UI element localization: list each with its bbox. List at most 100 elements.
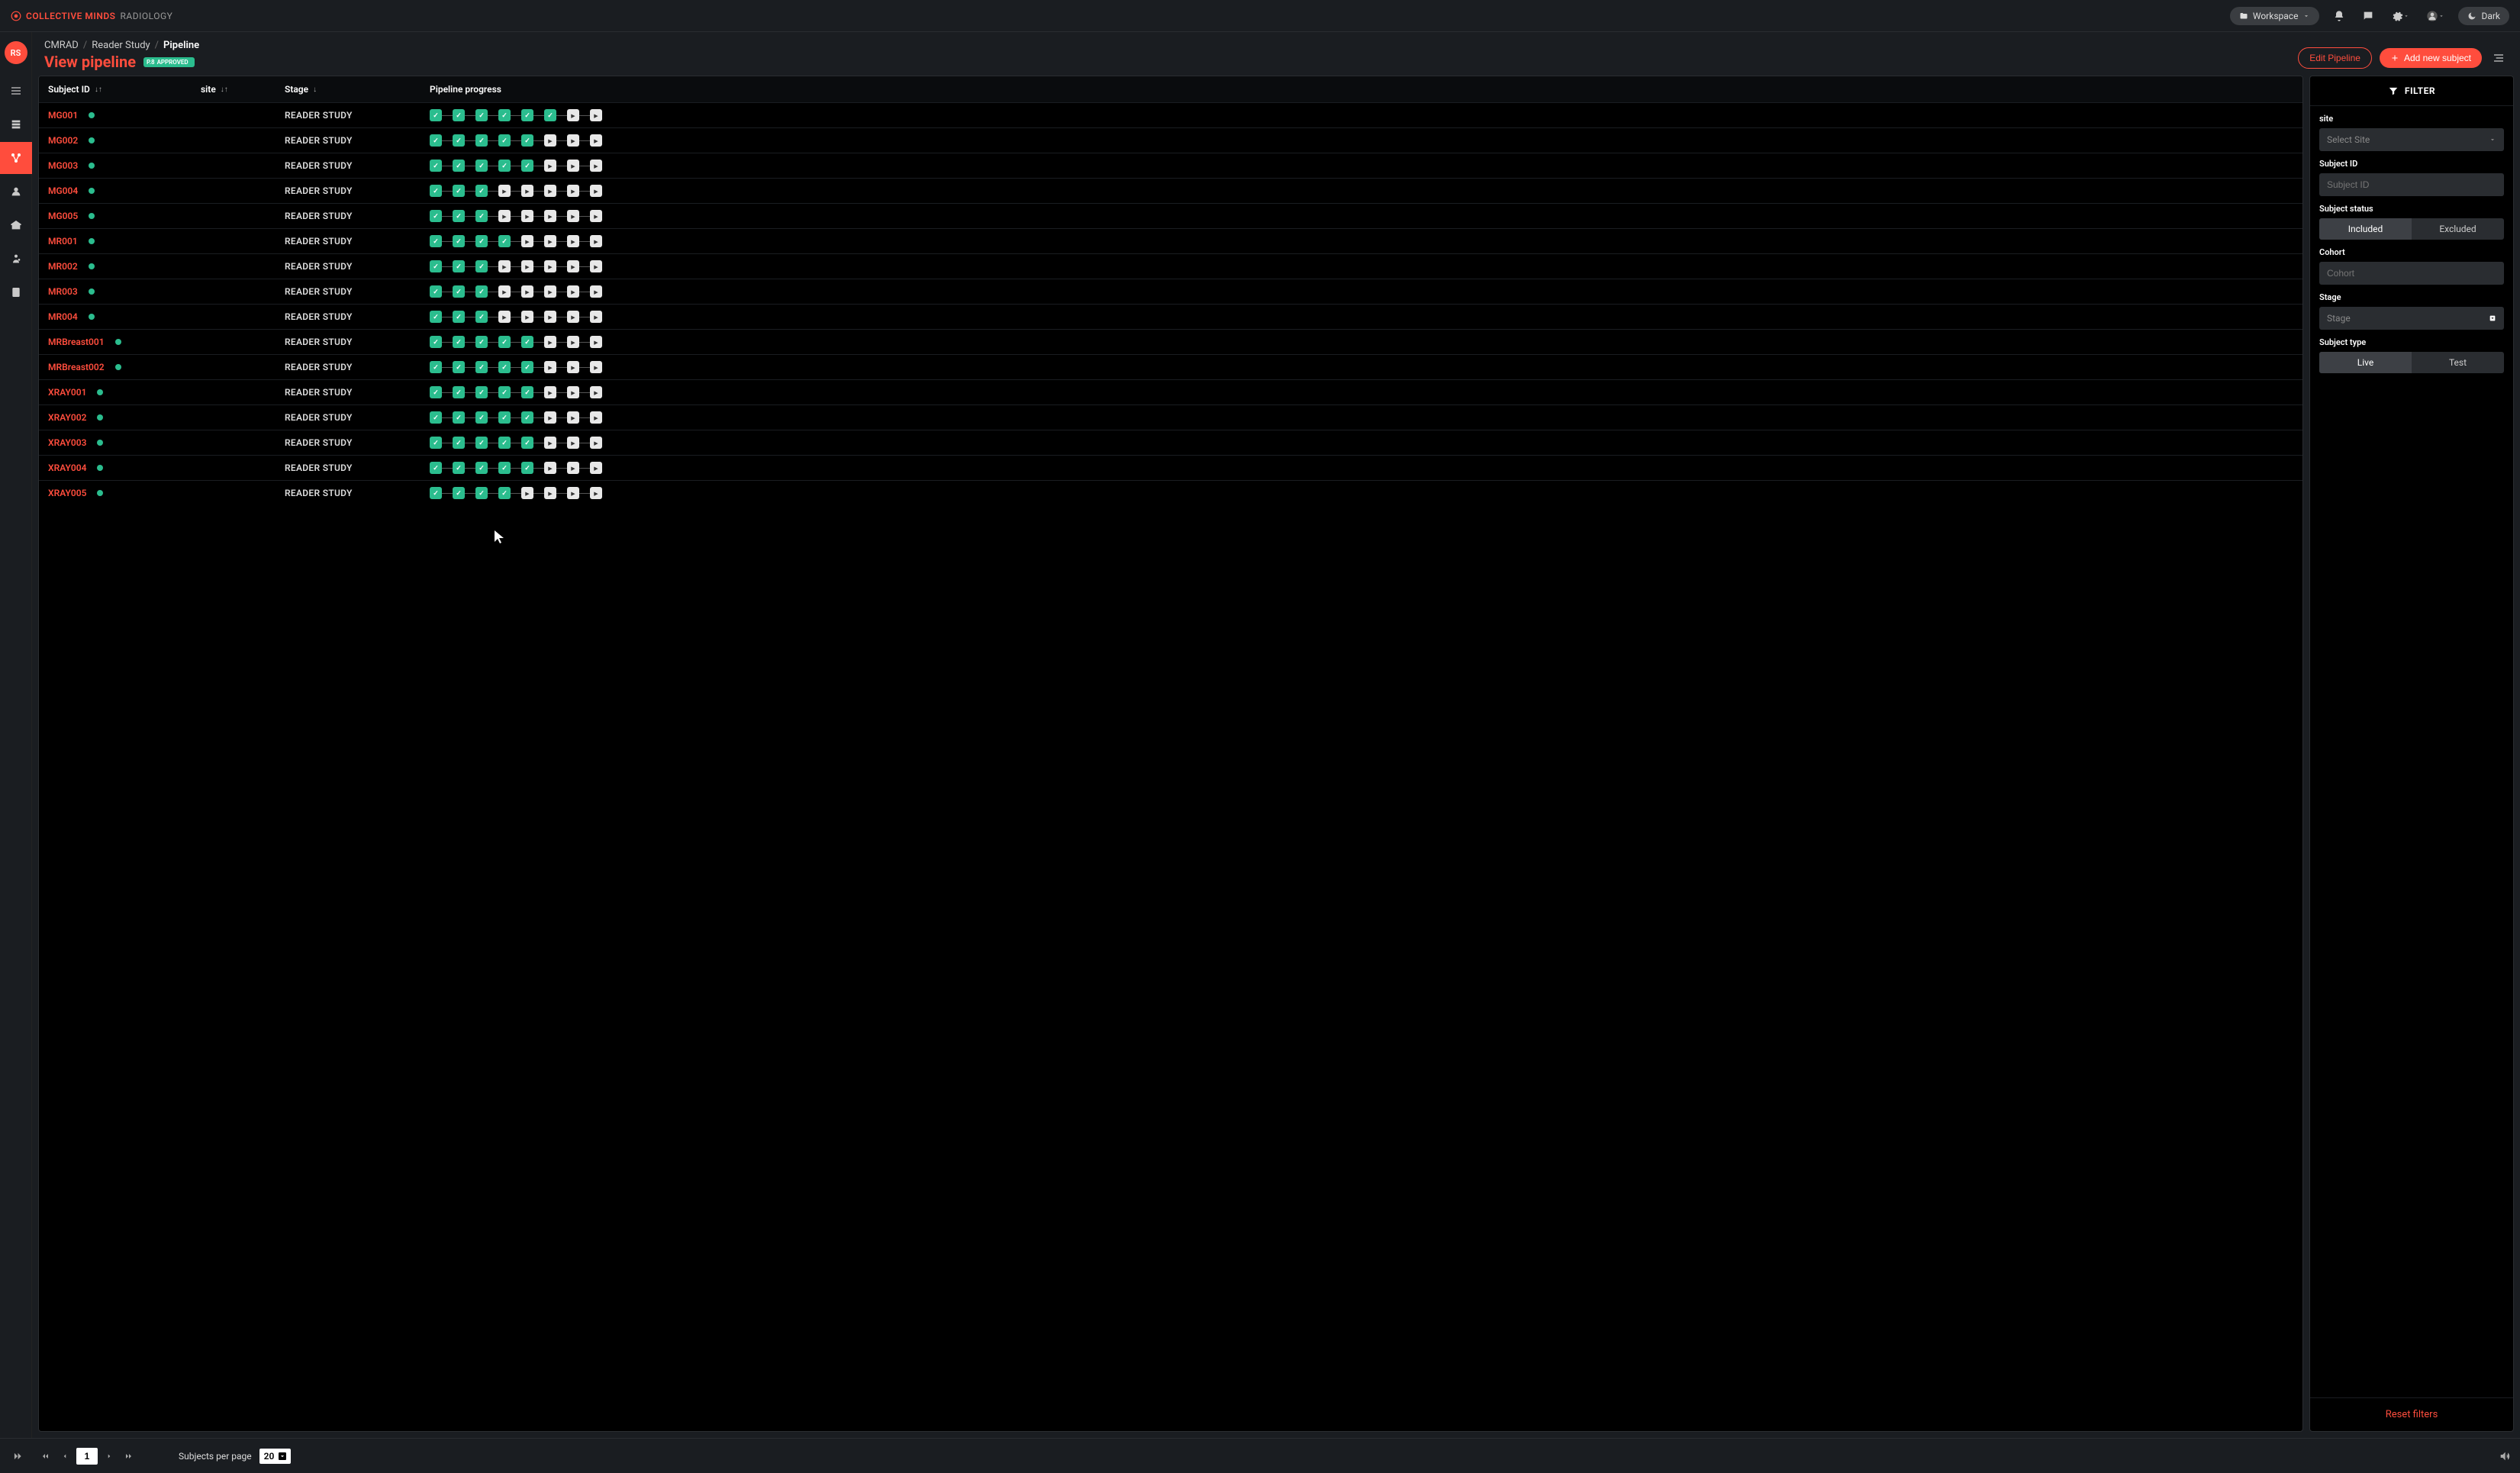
step-pending-icon[interactable] <box>590 109 602 121</box>
step-done-icon[interactable] <box>475 160 488 172</box>
step-done-icon[interactable] <box>430 361 442 373</box>
step-pending-icon[interactable] <box>567 285 579 298</box>
step-pending-icon[interactable] <box>567 235 579 247</box>
step-done-icon[interactable] <box>453 311 465 323</box>
step-pending-icon[interactable] <box>590 487 602 499</box>
step-done-icon[interactable] <box>475 487 488 499</box>
step-pending-icon[interactable] <box>590 437 602 449</box>
step-done-icon[interactable] <box>521 134 533 147</box>
step-pending-icon[interactable] <box>498 311 511 323</box>
filter-subjectid-input[interactable] <box>2319 173 2504 196</box>
step-done-icon[interactable] <box>475 437 488 449</box>
step-pending-icon[interactable] <box>521 260 533 272</box>
pager-first-icon[interactable] <box>38 1449 53 1464</box>
step-pending-icon[interactable] <box>498 185 511 197</box>
panel-toggle-icon[interactable] <box>2489 49 2508 67</box>
step-done-icon[interactable] <box>475 285 488 298</box>
chat-icon[interactable] <box>2359 7 2377 25</box>
step-pending-icon[interactable] <box>544 260 556 272</box>
step-pending-icon[interactable] <box>544 361 556 373</box>
volume-icon[interactable] <box>2499 1450 2511 1462</box>
step-pending-icon[interactable] <box>498 285 511 298</box>
subject-id-link[interactable]: MRBreast002 <box>48 362 105 372</box>
step-done-icon[interactable] <box>521 160 533 172</box>
step-done-icon[interactable] <box>498 336 511 348</box>
step-pending-icon[interactable] <box>590 311 602 323</box>
step-done-icon[interactable] <box>453 210 465 222</box>
step-done-icon[interactable] <box>453 462 465 474</box>
workspace-selector[interactable]: Workspace <box>2230 7 2320 25</box>
subject-id-link[interactable]: MG003 <box>48 160 78 171</box>
subject-id-link[interactable]: XRAY002 <box>48 412 86 423</box>
step-pending-icon[interactable] <box>590 336 602 348</box>
add-subject-button[interactable]: Add new subject <box>2380 48 2482 68</box>
subject-id-link[interactable]: MG005 <box>48 211 78 221</box>
step-pending-icon[interactable] <box>544 437 556 449</box>
step-done-icon[interactable] <box>498 462 511 474</box>
step-done-icon[interactable] <box>498 386 511 398</box>
step-done-icon[interactable] <box>498 109 511 121</box>
step-done-icon[interactable] <box>453 336 465 348</box>
subject-id-link[interactable]: XRAY001 <box>48 387 86 398</box>
step-pending-icon[interactable] <box>590 285 602 298</box>
seg-test[interactable]: Test <box>2412 352 2504 373</box>
rail-item-reports[interactable] <box>0 276 32 308</box>
filter-cohort-input[interactable] <box>2319 262 2504 285</box>
step-done-icon[interactable] <box>453 386 465 398</box>
step-done-icon[interactable] <box>498 134 511 147</box>
step-pending-icon[interactable] <box>567 134 579 147</box>
column-subject-id[interactable]: Subject ID ↓↑ <box>48 84 201 95</box>
step-pending-icon[interactable] <box>567 411 579 424</box>
step-done-icon[interactable] <box>453 185 465 197</box>
subject-id-link[interactable]: MR002 <box>48 261 78 272</box>
step-pending-icon[interactable] <box>590 411 602 424</box>
breadcrumb-root[interactable]: CMRAD <box>44 40 79 51</box>
column-stage[interactable]: Stage ↓ <box>285 84 430 95</box>
step-pending-icon[interactable] <box>544 235 556 247</box>
step-done-icon[interactable] <box>475 311 488 323</box>
subject-id-link[interactable]: MR001 <box>48 236 78 247</box>
pager-last-icon[interactable] <box>121 1449 136 1464</box>
step-done-icon[interactable] <box>453 160 465 172</box>
step-done-icon[interactable] <box>544 109 556 121</box>
step-done-icon[interactable] <box>475 462 488 474</box>
step-done-icon[interactable] <box>453 260 465 272</box>
step-done-icon[interactable] <box>521 109 533 121</box>
subject-id-link[interactable]: XRAY004 <box>48 463 86 473</box>
seg-excluded[interactable]: Excluded <box>2412 218 2504 240</box>
step-done-icon[interactable] <box>453 361 465 373</box>
filter-stage-select[interactable]: Stage <box>2319 307 2504 330</box>
step-pending-icon[interactable] <box>567 185 579 197</box>
step-done-icon[interactable] <box>430 260 442 272</box>
gear-icon[interactable] <box>2388 7 2412 25</box>
rail-item-users[interactable] <box>0 176 32 208</box>
step-done-icon[interactable] <box>430 487 442 499</box>
step-pending-icon[interactable] <box>590 185 602 197</box>
step-done-icon[interactable] <box>453 109 465 121</box>
step-done-icon[interactable] <box>521 411 533 424</box>
subject-id-link[interactable]: MR003 <box>48 286 78 297</box>
seg-live[interactable]: Live <box>2319 352 2412 373</box>
pager-prev-icon[interactable] <box>58 1449 72 1463</box>
step-pending-icon[interactable] <box>544 160 556 172</box>
step-done-icon[interactable] <box>430 285 442 298</box>
step-done-icon[interactable] <box>475 411 488 424</box>
step-done-icon[interactable] <box>453 411 465 424</box>
step-pending-icon[interactable] <box>590 260 602 272</box>
rail-item-inbox[interactable] <box>0 108 32 140</box>
step-pending-icon[interactable] <box>590 361 602 373</box>
step-done-icon[interactable] <box>430 311 442 323</box>
step-pending-icon[interactable] <box>544 185 556 197</box>
step-pending-icon[interactable] <box>544 411 556 424</box>
step-done-icon[interactable] <box>475 109 488 121</box>
step-pending-icon[interactable] <box>544 285 556 298</box>
step-pending-icon[interactable] <box>567 260 579 272</box>
project-avatar[interactable]: RS <box>5 41 27 64</box>
step-done-icon[interactable] <box>430 109 442 121</box>
step-pending-icon[interactable] <box>567 311 579 323</box>
step-pending-icon[interactable] <box>521 487 533 499</box>
step-done-icon[interactable] <box>453 487 465 499</box>
step-done-icon[interactable] <box>430 185 442 197</box>
step-done-icon[interactable] <box>521 437 533 449</box>
step-done-icon[interactable] <box>475 361 488 373</box>
